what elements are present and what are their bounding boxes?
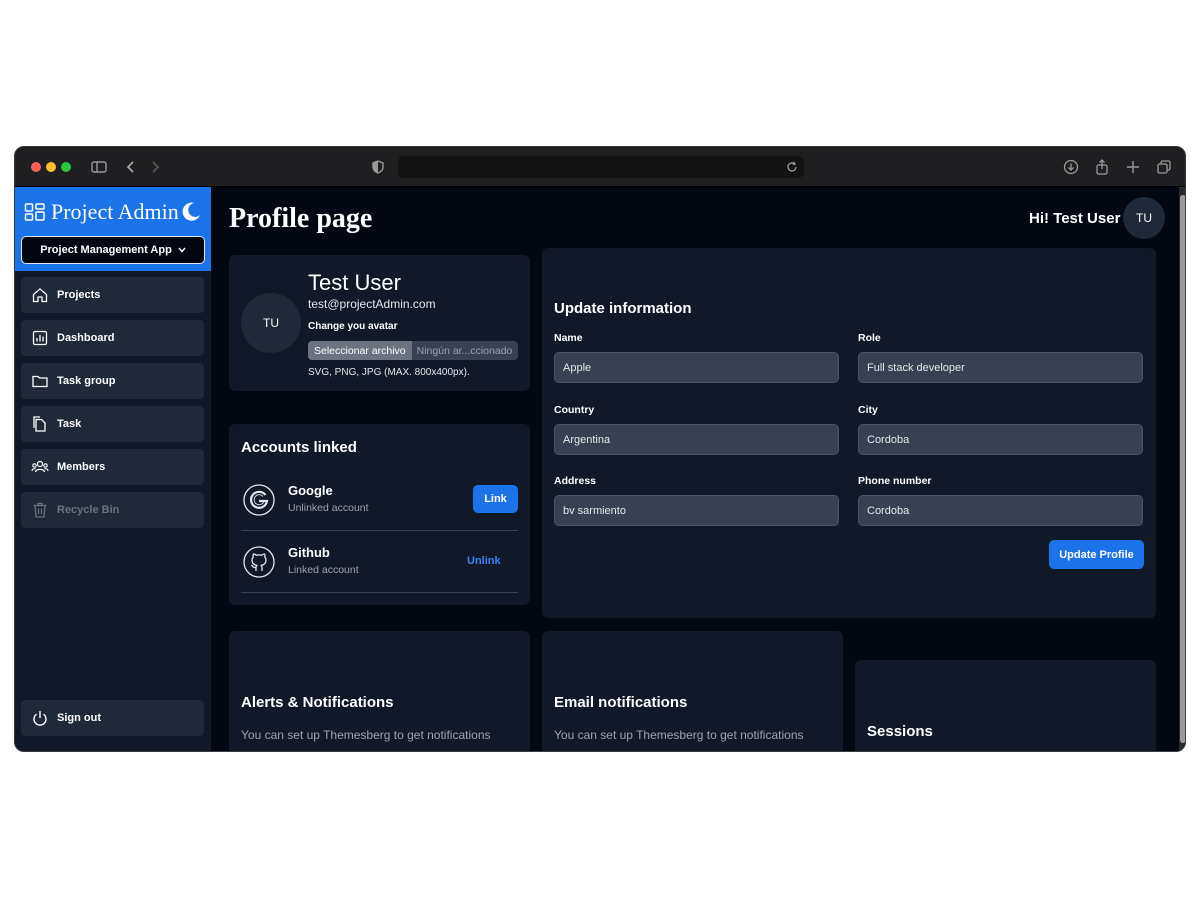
sessions-heading: Sessions <box>867 723 933 740</box>
avatar-file-input[interactable]: Seleccionar archivo Ningún ar...ccionado <box>308 341 518 360</box>
accounts-linked-card: Accounts linked Google Unlinked account … <box>229 424 530 605</box>
phone-field[interactable] <box>858 495 1143 526</box>
update-info-heading: Update information <box>554 300 692 317</box>
change-avatar-label: Change you avatar <box>308 321 398 332</box>
country-field[interactable] <box>554 424 839 455</box>
page-title: Profile page <box>229 203 373 234</box>
country-label: Country <box>554 404 595 416</box>
file-status-text: Ningún ar...ccionado <box>416 344 513 357</box>
sidebar-item-task-group[interactable]: Task group <box>21 363 204 399</box>
forward-icon[interactable] <box>145 157 165 177</box>
email-notifications-heading: Email notifications <box>554 694 688 711</box>
brand-name: Project Admin <box>51 199 179 224</box>
brand-header: Project Admin Project Management App <box>15 187 211 271</box>
name-field[interactable] <box>554 352 839 383</box>
phone-label: Phone number <box>858 475 932 487</box>
user-greeting: Hi! Test User <box>1029 210 1121 227</box>
account-name: Google <box>288 483 333 498</box>
sidebar-item-dashboard[interactable]: Dashboard <box>21 320 204 356</box>
maximize-window-button[interactable] <box>61 162 71 172</box>
sidebar-item-label: Task <box>57 418 82 430</box>
name-label: Name <box>554 332 583 344</box>
email-notifications-card: Email notifications You can set up Theme… <box>542 631 843 751</box>
city-field[interactable] <box>858 424 1143 455</box>
project-app-select-label: Project Management App <box>40 244 172 256</box>
chevron-down-icon <box>178 245 186 255</box>
profile-card: TU Test User test@projectAdmin.com Chang… <box>229 255 530 391</box>
sidebar-item-label: Projects <box>57 289 101 301</box>
account-name: Github <box>288 545 330 560</box>
share-icon[interactable] <box>1092 157 1112 177</box>
unlink-github-button[interactable]: Unlink <box>467 555 501 567</box>
github-icon <box>243 546 275 583</box>
reload-icon[interactable] <box>784 158 800 181</box>
address-label: Address <box>554 475 597 487</box>
main-content: Profile page Hi! Test User TU TU Test Us… <box>211 187 1179 751</box>
role-field[interactable] <box>858 352 1143 383</box>
sidebar-item-label: Task group <box>57 375 116 387</box>
dashboard-grid-icon <box>24 203 45 221</box>
sidebar-item-task[interactable]: Task <box>21 406 204 442</box>
accounts-heading: Accounts linked <box>241 439 357 456</box>
sign-out-label: Sign out <box>57 712 101 724</box>
city-label: City <box>858 404 878 416</box>
project-app-select[interactable]: Project Management App <box>21 236 205 264</box>
moon-icon[interactable] <box>179 200 203 229</box>
profile-email: test@projectAdmin.com <box>308 297 436 311</box>
account-status: Unlinked account <box>288 502 369 514</box>
sidebar-item-recycle-bin[interactable]: Recycle Bin <box>21 492 204 528</box>
chart-icon <box>32 330 48 346</box>
brand-logo[interactable]: Project Admin <box>24 199 179 225</box>
account-status: Linked account <box>288 564 359 576</box>
link-google-button[interactable]: Link <box>473 485 518 513</box>
address-bar[interactable] <box>398 156 804 178</box>
new-tab-icon[interactable] <box>1123 157 1143 177</box>
privacy-shield-icon[interactable] <box>368 157 388 177</box>
sign-out-button[interactable]: Sign out <box>21 700 204 736</box>
profile-name: Test User <box>308 270 401 295</box>
downloads-icon[interactable] <box>1061 157 1081 177</box>
email-notifications-description: You can set up Themesberg to get notific… <box>554 728 804 742</box>
scrollbar-thumb[interactable] <box>1180 195 1185 743</box>
file-format-hint: SVG, PNG, JPG (MAX. 800x400px). <box>308 367 470 378</box>
folder-icon <box>32 375 48 388</box>
profile-avatar: TU <box>241 293 301 353</box>
account-row-github: Github Linked account Unlink <box>241 531 518 593</box>
back-icon[interactable] <box>121 157 141 177</box>
trash-icon <box>33 502 47 518</box>
alerts-description: You can set up Themesberg to get notific… <box>241 728 491 742</box>
browser-window: Project Admin Project Management App Pro… <box>14 146 1186 752</box>
google-icon <box>243 484 275 521</box>
home-icon <box>32 288 48 303</box>
tab-overview-icon[interactable] <box>1154 157 1174 177</box>
users-icon <box>31 460 49 473</box>
alerts-heading: Alerts & Notifications <box>241 694 394 711</box>
update-profile-button[interactable]: Update Profile <box>1049 540 1144 569</box>
update-information-card: Update information Name Role Country Cit… <box>542 248 1156 618</box>
power-icon <box>33 711 47 726</box>
sidebar-item-members[interactable]: Members <box>21 449 204 485</box>
alerts-notifications-card: Alerts & Notifications You can set up Th… <box>229 631 530 751</box>
page-scrollbar[interactable] <box>1179 187 1185 751</box>
account-row-google: Google Unlinked account Link <box>241 469 518 531</box>
documents-icon <box>33 416 46 432</box>
sidebar-item-label: Members <box>57 461 106 473</box>
sidebar-item-projects[interactable]: Projects <box>21 277 204 313</box>
browser-toolbar <box>15 147 1185 187</box>
address-field[interactable] <box>554 495 839 526</box>
choose-file-button[interactable]: Seleccionar archivo <box>308 341 412 360</box>
sessions-card: Sessions <box>855 660 1156 751</box>
close-window-button[interactable] <box>31 162 41 172</box>
minimize-window-button[interactable] <box>46 162 56 172</box>
avatar[interactable]: TU <box>1123 197 1165 239</box>
sidebar: Project Admin Project Management App Pro… <box>15 187 211 751</box>
role-label: Role <box>858 332 881 344</box>
sidebar-toggle-icon[interactable] <box>89 157 109 177</box>
sidebar-item-label: Dashboard <box>57 332 115 344</box>
sidebar-item-label: Recycle Bin <box>57 504 120 516</box>
